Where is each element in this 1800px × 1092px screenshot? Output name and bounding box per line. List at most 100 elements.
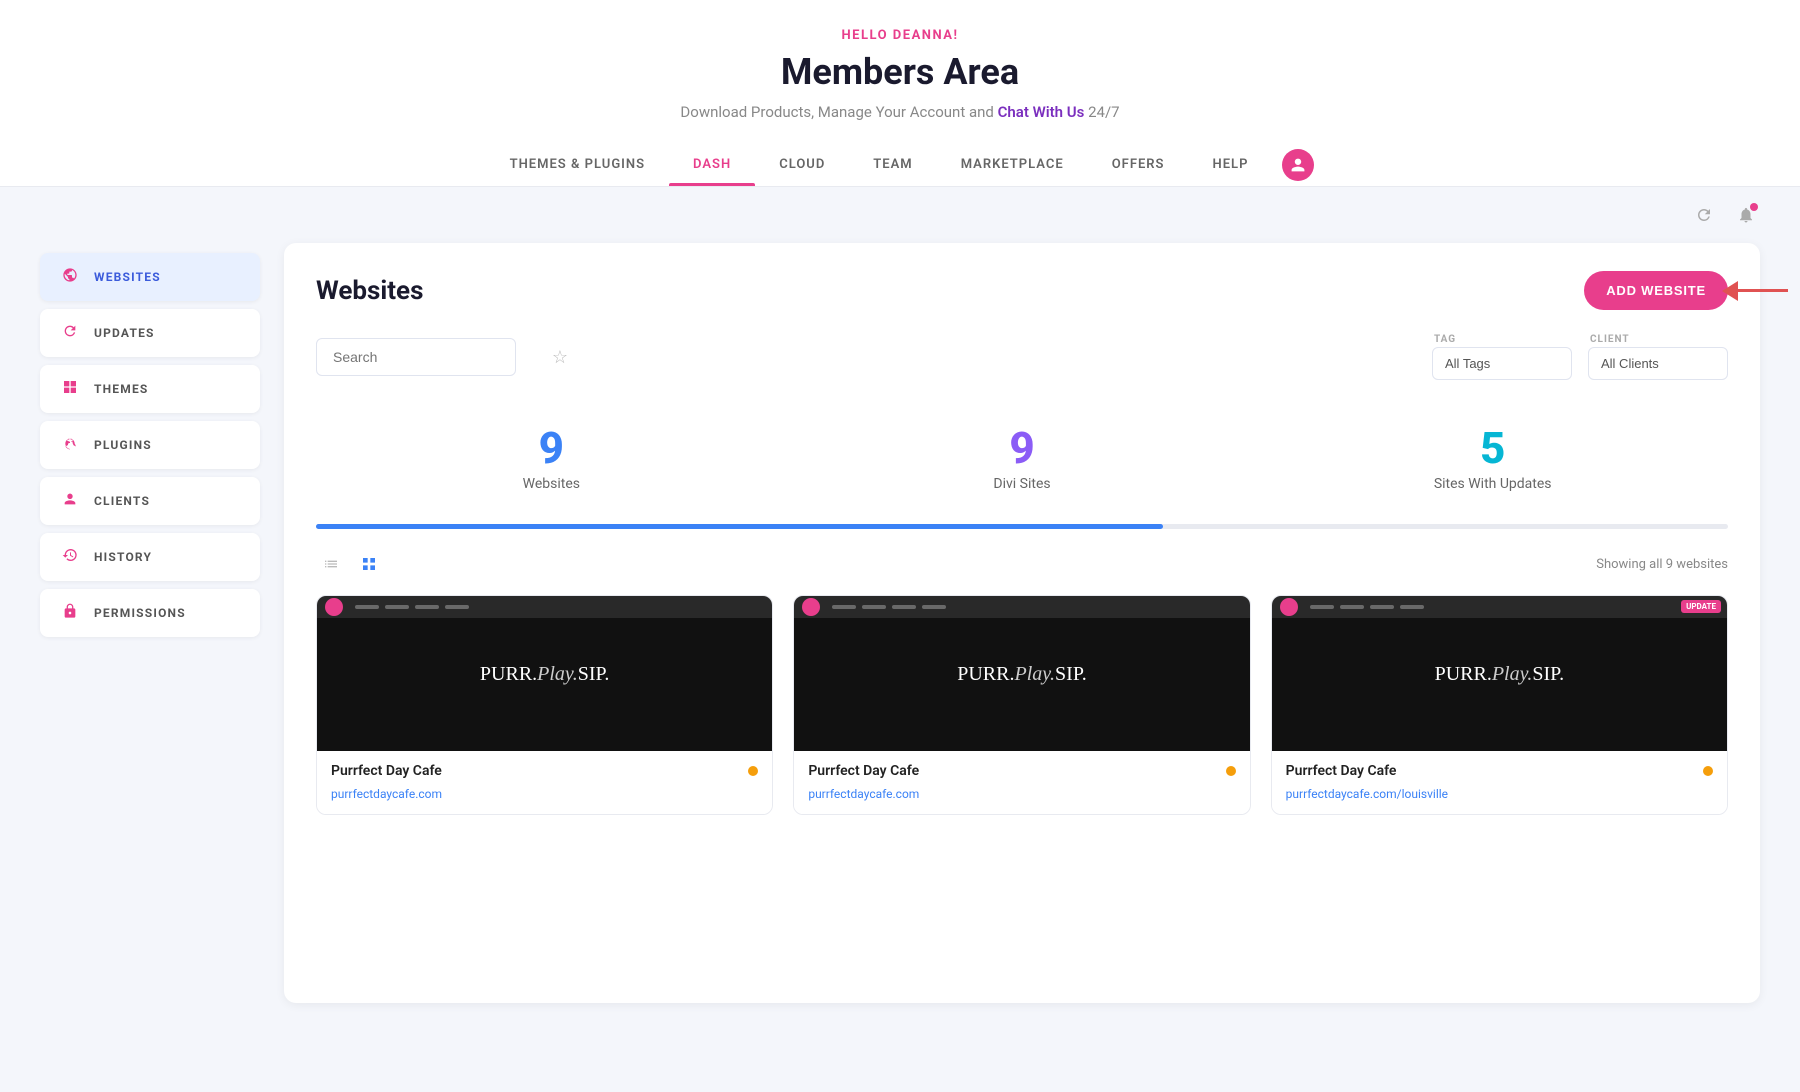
websites-grid: PURR.Play.SIP. Purrfect Day Cafe purrfec… bbox=[316, 595, 1728, 815]
stat-websites: 9 Websites bbox=[316, 408, 787, 508]
sidebar-item-plugins[interactable]: PLUGINS bbox=[40, 421, 260, 469]
site-logo-text: PURR.Play.SIP. bbox=[957, 660, 1087, 688]
refresh-icon[interactable] bbox=[1690, 201, 1718, 229]
add-website-button[interactable]: ADD WEBSITE bbox=[1584, 271, 1728, 310]
star-filter-button[interactable]: ☆ bbox=[542, 339, 578, 375]
grid-view-button[interactable] bbox=[354, 549, 384, 579]
main-layout: WEBSITES UPDATES THEMES PLUGINS CLIENTS bbox=[0, 243, 1800, 1043]
sidebar-item-updates[interactable]: UPDATES bbox=[40, 309, 260, 357]
tag-filter-group: TAG All Tags bbox=[1432, 334, 1572, 380]
notification-badge bbox=[1750, 203, 1758, 211]
toolbar-row bbox=[0, 187, 1800, 243]
content-area: Websites ADD WEBSITE ☆ TAG All Tags C bbox=[284, 243, 1760, 1003]
update-badge: UPDATE bbox=[1681, 600, 1721, 613]
list-view-button[interactable] bbox=[316, 549, 346, 579]
site-logo-text: PURR.Play.SIP. bbox=[1435, 660, 1565, 688]
nav-help[interactable]: HELP bbox=[1189, 143, 1273, 186]
progress-bar bbox=[316, 524, 1728, 529]
thumb-nav bbox=[355, 605, 469, 609]
updates-count: 5 bbox=[1257, 424, 1728, 472]
subtitle-before: Download Products, Manage Your Account a… bbox=[680, 103, 997, 121]
nav-dash[interactable]: DASH bbox=[669, 143, 755, 186]
divi-label: Divi Sites bbox=[787, 476, 1258, 492]
sidebar-themes-label: THEMES bbox=[94, 382, 149, 396]
main-nav: THEMES & PLUGINS DASH CLOUD TEAM MARKETP… bbox=[20, 143, 1780, 186]
website-card[interactable]: PURR.Play.SIP. Purrfect Day Cafe purrfec… bbox=[793, 595, 1250, 815]
card-name-row: Purrfect Day Cafe bbox=[331, 763, 758, 779]
sidebar-item-permissions[interactable]: PERMISSIONS bbox=[40, 589, 260, 637]
thumb-logo bbox=[802, 598, 820, 616]
website-card[interactable]: PURR.Play.SIP. Purrfect Day Cafe purrfec… bbox=[316, 595, 773, 815]
content-header: Websites ADD WEBSITE bbox=[316, 271, 1728, 310]
sidebar-clients-label: CLIENTS bbox=[94, 494, 150, 508]
websites-icon bbox=[60, 267, 80, 287]
sidebar-plugins-label: PLUGINS bbox=[94, 438, 152, 452]
client-select[interactable]: All Clients bbox=[1588, 347, 1728, 380]
sidebar-item-clients[interactable]: CLIENTS bbox=[40, 477, 260, 525]
hello-greeting: HELLO DEANNA! bbox=[20, 28, 1780, 43]
card-site-name: Purrfect Day Cafe bbox=[331, 763, 442, 779]
subtitle: Download Products, Manage Your Account a… bbox=[20, 103, 1780, 121]
clients-icon bbox=[60, 491, 80, 511]
sidebar-history-label: HISTORY bbox=[94, 550, 152, 564]
notification-icon[interactable] bbox=[1732, 201, 1760, 229]
tag-select[interactable]: All Tags bbox=[1432, 347, 1572, 380]
thumb-nav bbox=[1310, 605, 1424, 609]
nav-team[interactable]: TEAM bbox=[849, 143, 936, 186]
thumb-nav bbox=[832, 605, 946, 609]
page-main-title: Members Area bbox=[20, 51, 1780, 93]
nav-themes-plugins[interactable]: THEMES & PLUGINS bbox=[486, 143, 669, 186]
chat-link[interactable]: Chat With Us bbox=[998, 103, 1085, 121]
top-header: HELLO DEANNA! Members Area Download Prod… bbox=[0, 0, 1800, 187]
arrow-head bbox=[1722, 281, 1738, 301]
thumb-header bbox=[317, 596, 772, 618]
plugins-icon bbox=[60, 435, 80, 455]
client-filter-group: CLIENT All Clients bbox=[1588, 334, 1728, 380]
thumb-logo bbox=[1280, 598, 1298, 616]
subtitle-after: 24/7 bbox=[1088, 103, 1119, 121]
card-name-row: Purrfect Day Cafe bbox=[808, 763, 1235, 779]
sidebar-item-history[interactable]: HISTORY bbox=[40, 533, 260, 581]
arrow-line bbox=[1738, 289, 1788, 292]
view-buttons bbox=[316, 549, 384, 579]
nav-cloud[interactable]: CLOUD bbox=[755, 143, 849, 186]
thumb-header bbox=[1272, 596, 1727, 618]
card-site-name: Purrfect Day Cafe bbox=[1286, 763, 1397, 779]
card-info: Purrfect Day Cafe purrfectdaycafe.com/lo… bbox=[1272, 751, 1727, 814]
updates-label: Sites With Updates bbox=[1257, 476, 1728, 492]
user-avatar[interactable] bbox=[1282, 149, 1314, 181]
themes-icon bbox=[60, 379, 80, 399]
client-label: CLIENT bbox=[1590, 334, 1728, 345]
website-card[interactable]: UPDATE PURR.Play.SIP. Purrfect Day Cafe … bbox=[1271, 595, 1728, 815]
page-title: Websites bbox=[316, 276, 423, 306]
websites-count: 9 bbox=[316, 424, 787, 472]
view-controls: Showing all 9 websites bbox=[316, 549, 1728, 579]
showing-text: Showing all 9 websites bbox=[1596, 557, 1728, 572]
sidebar-permissions-label: PERMISSIONS bbox=[94, 606, 186, 620]
filters-row: ☆ TAG All Tags CLIENT All Clients bbox=[316, 334, 1728, 380]
status-dot bbox=[748, 766, 758, 776]
card-info: Purrfect Day Cafe purrfectdaycafe.com bbox=[317, 751, 772, 814]
site-logo-text: PURR.Play.SIP. bbox=[480, 660, 610, 688]
thumb-logo bbox=[325, 598, 343, 616]
thumb-header bbox=[794, 596, 1249, 618]
search-input[interactable] bbox=[316, 338, 516, 376]
stats-row: 9 Websites 9 Divi Sites 5 Sites With Upd… bbox=[316, 408, 1728, 508]
divi-count: 9 bbox=[787, 424, 1258, 472]
tag-label: TAG bbox=[1434, 334, 1572, 345]
card-url[interactable]: purrfectdaycafe.com bbox=[331, 787, 442, 801]
nav-marketplace[interactable]: MARKETPLACE bbox=[937, 143, 1088, 186]
updates-icon bbox=[60, 323, 80, 343]
sidebar-item-themes[interactable]: THEMES bbox=[40, 365, 260, 413]
card-info: Purrfect Day Cafe purrfectdaycafe.com bbox=[794, 751, 1249, 814]
status-dot bbox=[1226, 766, 1236, 776]
card-url[interactable]: purrfectdaycafe.com bbox=[808, 787, 919, 801]
nav-offers[interactable]: OFFERS bbox=[1088, 143, 1189, 186]
card-url[interactable]: purrfectdaycafe.com/louisville bbox=[1286, 787, 1448, 801]
history-icon bbox=[60, 547, 80, 567]
website-thumbnail: UPDATE PURR.Play.SIP. bbox=[1272, 596, 1727, 751]
sidebar-item-websites[interactable]: WEBSITES bbox=[40, 253, 260, 301]
sidebar: WEBSITES UPDATES THEMES PLUGINS CLIENTS bbox=[40, 243, 260, 1003]
status-dot bbox=[1703, 766, 1713, 776]
sidebar-websites-label: WEBSITES bbox=[94, 270, 161, 284]
